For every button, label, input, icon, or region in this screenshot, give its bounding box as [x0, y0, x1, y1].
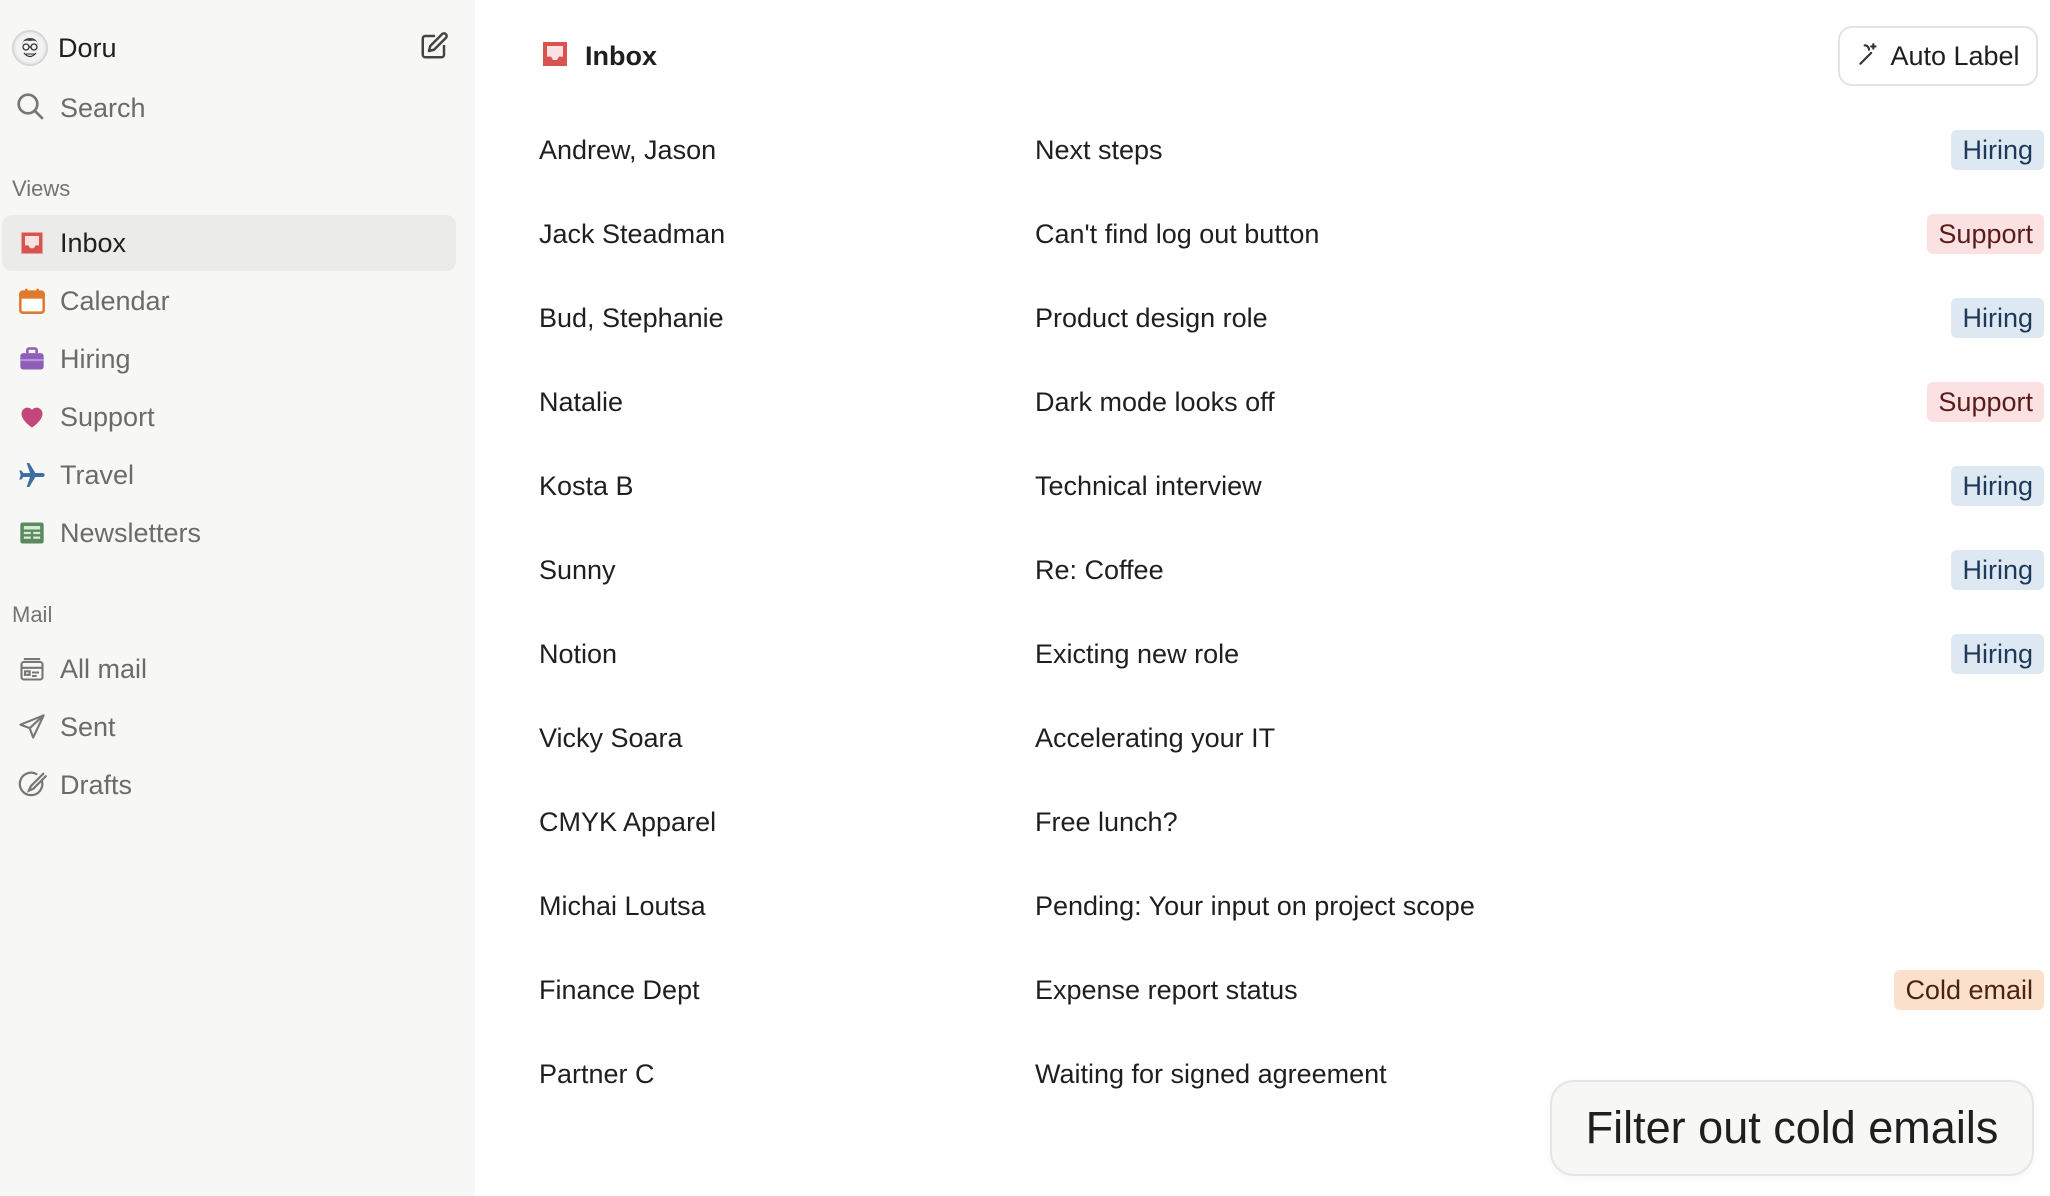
sidebar-item-inbox[interactable]: Inbox	[2, 215, 456, 271]
sidebar-item-label: Calendar	[60, 285, 170, 316]
mail-sender: Natalie	[539, 386, 624, 417]
magic-wand-icon	[1856, 41, 1882, 72]
table-row[interactable]: Vicky Soara Accelerating your IT	[539, 696, 2050, 780]
mail-subject: Free lunch?	[1035, 806, 1178, 837]
table-row[interactable]: Michai Loutsa Pending: Your input on pro…	[539, 864, 2050, 948]
table-row[interactable]: Kosta B Technical interview Hiring	[539, 444, 2050, 528]
table-row[interactable]: Sunny Re: Coffee Hiring	[539, 528, 2050, 612]
table-row[interactable]: Finance Dept Expense report status Cold …	[539, 948, 2050, 1032]
table-row[interactable]: Notion Exicting new role Hiring	[539, 612, 2050, 696]
sidebar-item-label: Drafts	[60, 769, 133, 800]
inbox-icon	[539, 38, 571, 75]
inbox-icon	[16, 227, 48, 259]
table-row[interactable]: Jack Steadman Can't find log out button …	[539, 192, 2050, 276]
search-label: Search	[60, 92, 146, 123]
mail-section-label: Mail	[12, 602, 53, 627]
user-name: Doru	[58, 32, 117, 63]
mail-subject: Exicting new role	[1035, 638, 1240, 669]
sidebar-item-label: Support	[60, 401, 155, 432]
page-title: Inbox	[585, 40, 657, 71]
mail-subject: Technical interview	[1035, 470, 1262, 501]
mail-sender: Notion	[539, 638, 618, 669]
sidebar-item-label: Hiring	[60, 343, 131, 374]
label-tag[interactable]: Support	[1927, 382, 2044, 422]
table-row[interactable]: CMYK Apparel Free lunch?	[539, 780, 2050, 864]
label-tag[interactable]: Hiring	[1951, 130, 2044, 170]
mail-sender: Sunny	[539, 554, 616, 585]
sidebar-item-travel[interactable]: Travel	[2, 447, 456, 503]
send-icon	[16, 711, 48, 743]
mail-subject: Accelerating your IT	[1035, 722, 1276, 753]
compose-icon	[419, 31, 449, 66]
compose-button[interactable]	[416, 30, 452, 66]
search-button[interactable]: Search	[14, 88, 146, 128]
sidebar-item-hiring[interactable]: Hiring	[2, 331, 456, 387]
sidebar-item-label: Newsletters	[60, 517, 202, 548]
auto-label-button-label: Auto Label	[1890, 40, 2020, 71]
newspaper-icon	[16, 517, 48, 549]
sidebar-item-calendar[interactable]: Calendar	[2, 273, 456, 329]
sidebar-item-label: Inbox	[60, 227, 127, 258]
label-tag[interactable]: Hiring	[1951, 298, 2044, 338]
mail-sender: Bud, Stephanie	[539, 302, 724, 333]
airplane-icon	[16, 459, 48, 491]
mail-subject: Product design role	[1035, 302, 1268, 333]
sidebar-item-label: All mail	[60, 653, 148, 684]
sidebar-item-newsletters[interactable]: Newsletters	[2, 505, 456, 561]
mail-subject: Re: Coffee	[1035, 554, 1164, 585]
views-section-label: Views	[12, 176, 71, 201]
table-row[interactable]: Natalie Dark mode looks off Support	[539, 360, 2050, 444]
drafts-icon	[16, 769, 48, 801]
sidebar-item-support[interactable]: Support	[2, 389, 456, 445]
toast-label: Filter out cold emails	[1585, 1102, 1999, 1153]
suggestion-toast[interactable]: Filter out cold emails	[1550, 1080, 2034, 1176]
auto-label-button[interactable]: Auto Label	[1838, 26, 2038, 86]
sidebar-item-drafts[interactable]: Drafts	[2, 757, 456, 813]
mail-sender: Finance Dept	[539, 974, 700, 1005]
avatar[interactable]	[12, 30, 48, 66]
mail-subject: Waiting for signed agreement	[1035, 1058, 1387, 1089]
sidebar-item-all-mail[interactable]: All mail	[2, 641, 456, 697]
mail-subject: Expense report status	[1035, 974, 1298, 1005]
heart-icon	[16, 401, 48, 433]
sidebar-item-sent[interactable]: Sent	[2, 699, 456, 755]
mail-sender: Jack Steadman	[539, 218, 726, 249]
mail-sender: Vicky Soara	[539, 722, 683, 753]
mail-sender: Partner C	[539, 1058, 655, 1089]
mail-sender: CMYK Apparel	[539, 806, 717, 837]
calendar-icon	[16, 285, 48, 317]
label-tag[interactable]: Cold email	[1894, 970, 2044, 1010]
label-tag[interactable]: Hiring	[1951, 634, 2044, 674]
mail-subject: Can't find log out button	[1035, 218, 1320, 249]
sidebar-item-label: Travel	[60, 459, 135, 490]
mail-subject: Next steps	[1035, 134, 1163, 165]
mail-sender: Kosta B	[539, 470, 634, 501]
table-row[interactable]: Bud, Stephanie Product design role Hirin…	[539, 276, 2050, 360]
label-tag[interactable]: Hiring	[1951, 466, 2044, 506]
app-window: Doru Search Views Inbox Calendar Hiring …	[0, 0, 2050, 1196]
mail-subject: Dark mode looks off	[1035, 386, 1275, 417]
table-row[interactable]: Andrew, Jason Next steps Hiring	[539, 108, 2050, 192]
all-mail-icon	[16, 653, 48, 685]
label-tag[interactable]: Support	[1927, 214, 2044, 254]
main-panel: Inbox Auto Label Andrew, Jason Next step…	[475, 0, 2050, 1196]
user-row[interactable]: Doru	[12, 28, 452, 68]
mail-sender: Michai Loutsa	[539, 890, 706, 921]
sidebar: Doru Search Views Inbox Calendar Hiring …	[0, 0, 475, 1196]
mail-sender: Andrew, Jason	[539, 134, 717, 165]
page-header: Inbox	[539, 36, 657, 76]
mail-subject: Pending: Your input on project scope	[1035, 890, 1475, 921]
sidebar-item-label: Sent	[60, 711, 116, 742]
search-icon	[14, 90, 46, 127]
briefcase-icon	[16, 343, 48, 375]
mail-list: Andrew, Jason Next steps Hiring Jack Ste…	[539, 108, 2050, 1116]
label-tag[interactable]: Hiring	[1951, 550, 2044, 590]
